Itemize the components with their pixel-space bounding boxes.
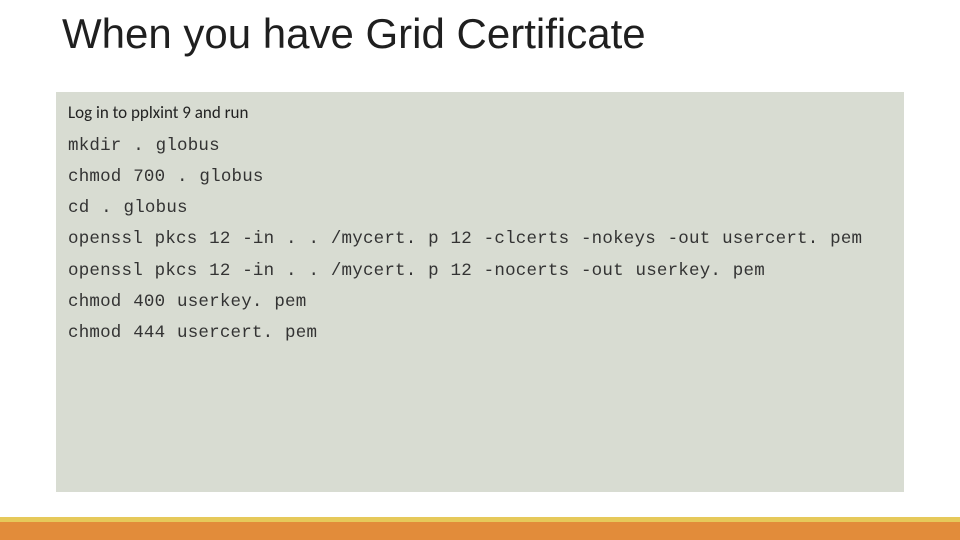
command-line: cd . globus bbox=[68, 193, 892, 224]
intro-text: Log in to pplxint 9 and run bbox=[68, 102, 892, 123]
command-line: mkdir . globus bbox=[68, 131, 892, 162]
slide: When you have Grid Certificate Log in to… bbox=[0, 0, 960, 540]
slide-title: When you have Grid Certificate bbox=[62, 10, 646, 58]
content-box: Log in to pplxint 9 and run mkdir . glob… bbox=[56, 92, 904, 492]
accent-bar bbox=[0, 522, 960, 540]
command-line: chmod 444 usercert. pem bbox=[68, 318, 892, 349]
command-line: openssl pkcs 12 -in . . /mycert. p 12 -c… bbox=[68, 224, 892, 255]
command-line: openssl pkcs 12 -in . . /mycert. p 12 -n… bbox=[68, 256, 892, 287]
command-line: chmod 700 . globus bbox=[68, 162, 892, 193]
command-line: chmod 400 userkey. pem bbox=[68, 287, 892, 318]
